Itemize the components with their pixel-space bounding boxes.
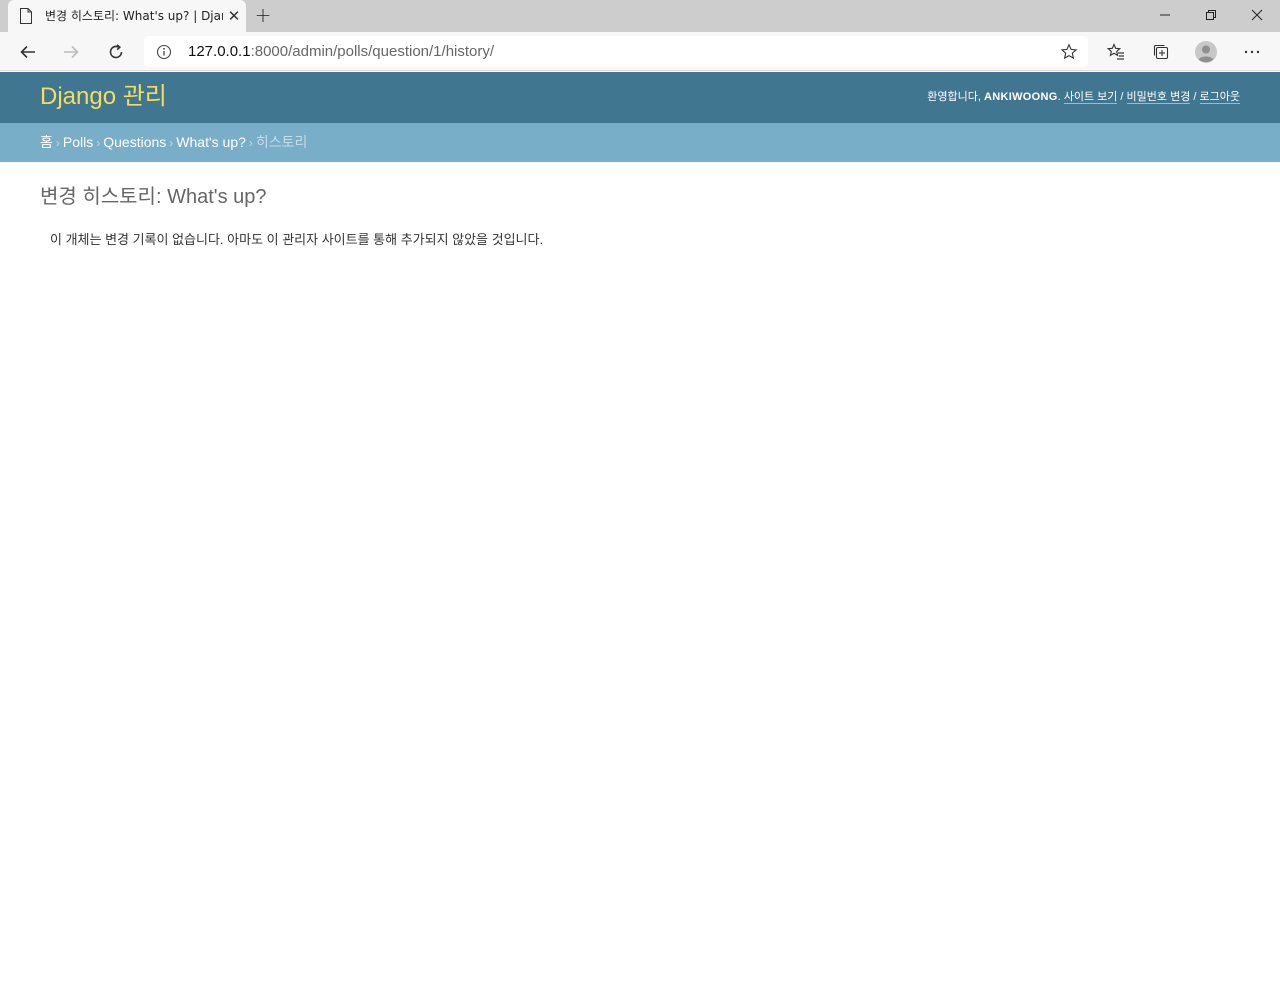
more-icon — [1244, 50, 1260, 54]
collections-button[interactable] — [1149, 40, 1173, 64]
back-button[interactable] — [14, 38, 42, 66]
page-title: 변경 히스토리: What's up? — [40, 186, 267, 208]
restore-icon — [1206, 10, 1216, 20]
empty-history-message: 이 개체는 변경 기록이 없습니다. 아마도 이 관리자 사이트를 통해 추가되… — [50, 232, 544, 247]
collections-icon — [1153, 44, 1169, 60]
main-content: 변경 히스토리: What's up? 이 개체는 변경 기록이 없습니다. 아… — [40, 184, 1240, 247]
window-close-button[interactable] — [1234, 0, 1280, 30]
forward-button[interactable] — [57, 38, 85, 66]
star-icon[interactable] — [1060, 43, 1078, 61]
username: ANKIWOONG — [983, 91, 1058, 103]
browser-tab[interactable]: 변경 히스토리: What's up? | Django ✕ — [8, 0, 246, 32]
arrow-right-icon — [64, 45, 79, 59]
url-path: :8000/admin/polls/question/1/history/ — [250, 43, 495, 60]
tab-title: 변경 히스토리: What's up? | Django — [45, 9, 223, 23]
arrow-left-icon — [20, 45, 35, 59]
breadcrumb-app[interactable]: Polls — [63, 134, 93, 150]
breadcrumb-home[interactable]: 홈 — [40, 134, 53, 150]
breadcrumb: 홈 › Polls › Questions › What's up? › 히스토리 — [0, 123, 1280, 162]
url-text[interactable]: 127.0.0.1:8000/admin/polls/question/1/hi… — [188, 43, 494, 60]
breadcrumb-separator: › — [55, 136, 60, 150]
minimize-icon — [1160, 14, 1170, 16]
info-icon[interactable] — [156, 44, 172, 60]
profile-button[interactable] — [1194, 40, 1218, 64]
admin-header: Django 관리 환영합니다, ANKIWOONG. 사이트 보기 / 비밀번… — [0, 72, 1280, 123]
change-password-link[interactable]: 비밀번호 변경 — [1126, 91, 1191, 104]
tab-strip: 변경 히스토리: What's up? | Django ✕ + — [0, 0, 1280, 32]
divider: / — [1120, 91, 1124, 103]
divider: / — [1193, 91, 1197, 103]
logout-link[interactable]: 로그아웃 — [1199, 91, 1240, 104]
reload-button[interactable] — [102, 38, 130, 66]
breadcrumb-model[interactable]: Questions — [103, 134, 166, 150]
more-button[interactable] — [1240, 40, 1264, 64]
address-bar[interactable]: 127.0.0.1:8000/admin/polls/question/1/hi… — [144, 36, 1088, 67]
user-tools: 환영합니다, ANKIWOONG. 사이트 보기 / 비밀번호 변경 / 로그아… — [927, 89, 1240, 105]
url-host: 127.0.0.1 — [188, 43, 251, 60]
breadcrumb-object[interactable]: What's up? — [176, 134, 246, 150]
favorites-button[interactable] — [1104, 40, 1128, 64]
breadcrumb-current: 히스토리 — [255, 134, 308, 150]
minimize-button[interactable] — [1142, 0, 1188, 30]
site-title[interactable]: Django 관리 — [40, 83, 167, 111]
restore-button[interactable] — [1188, 0, 1234, 30]
profile-icon — [1195, 41, 1217, 63]
browser-toolbar: 127.0.0.1:8000/admin/polls/question/1/hi… — [0, 32, 1280, 71]
breadcrumb-separator: › — [248, 136, 253, 150]
plus-icon[interactable]: + — [252, 4, 274, 26]
window-close-icon — [1251, 9, 1263, 21]
close-icon[interactable]: ✕ — [226, 8, 242, 24]
username-period: . — [1057, 91, 1061, 103]
breadcrumb-separator: › — [169, 136, 174, 150]
reload-icon — [109, 44, 123, 59]
welcome-text: 환영합니다, — [927, 91, 981, 103]
breadcrumb-separator: › — [96, 136, 101, 150]
page-icon — [20, 8, 32, 24]
view-site-link[interactable]: 사이트 보기 — [1063, 91, 1118, 104]
favorites-icon — [1106, 43, 1124, 60]
